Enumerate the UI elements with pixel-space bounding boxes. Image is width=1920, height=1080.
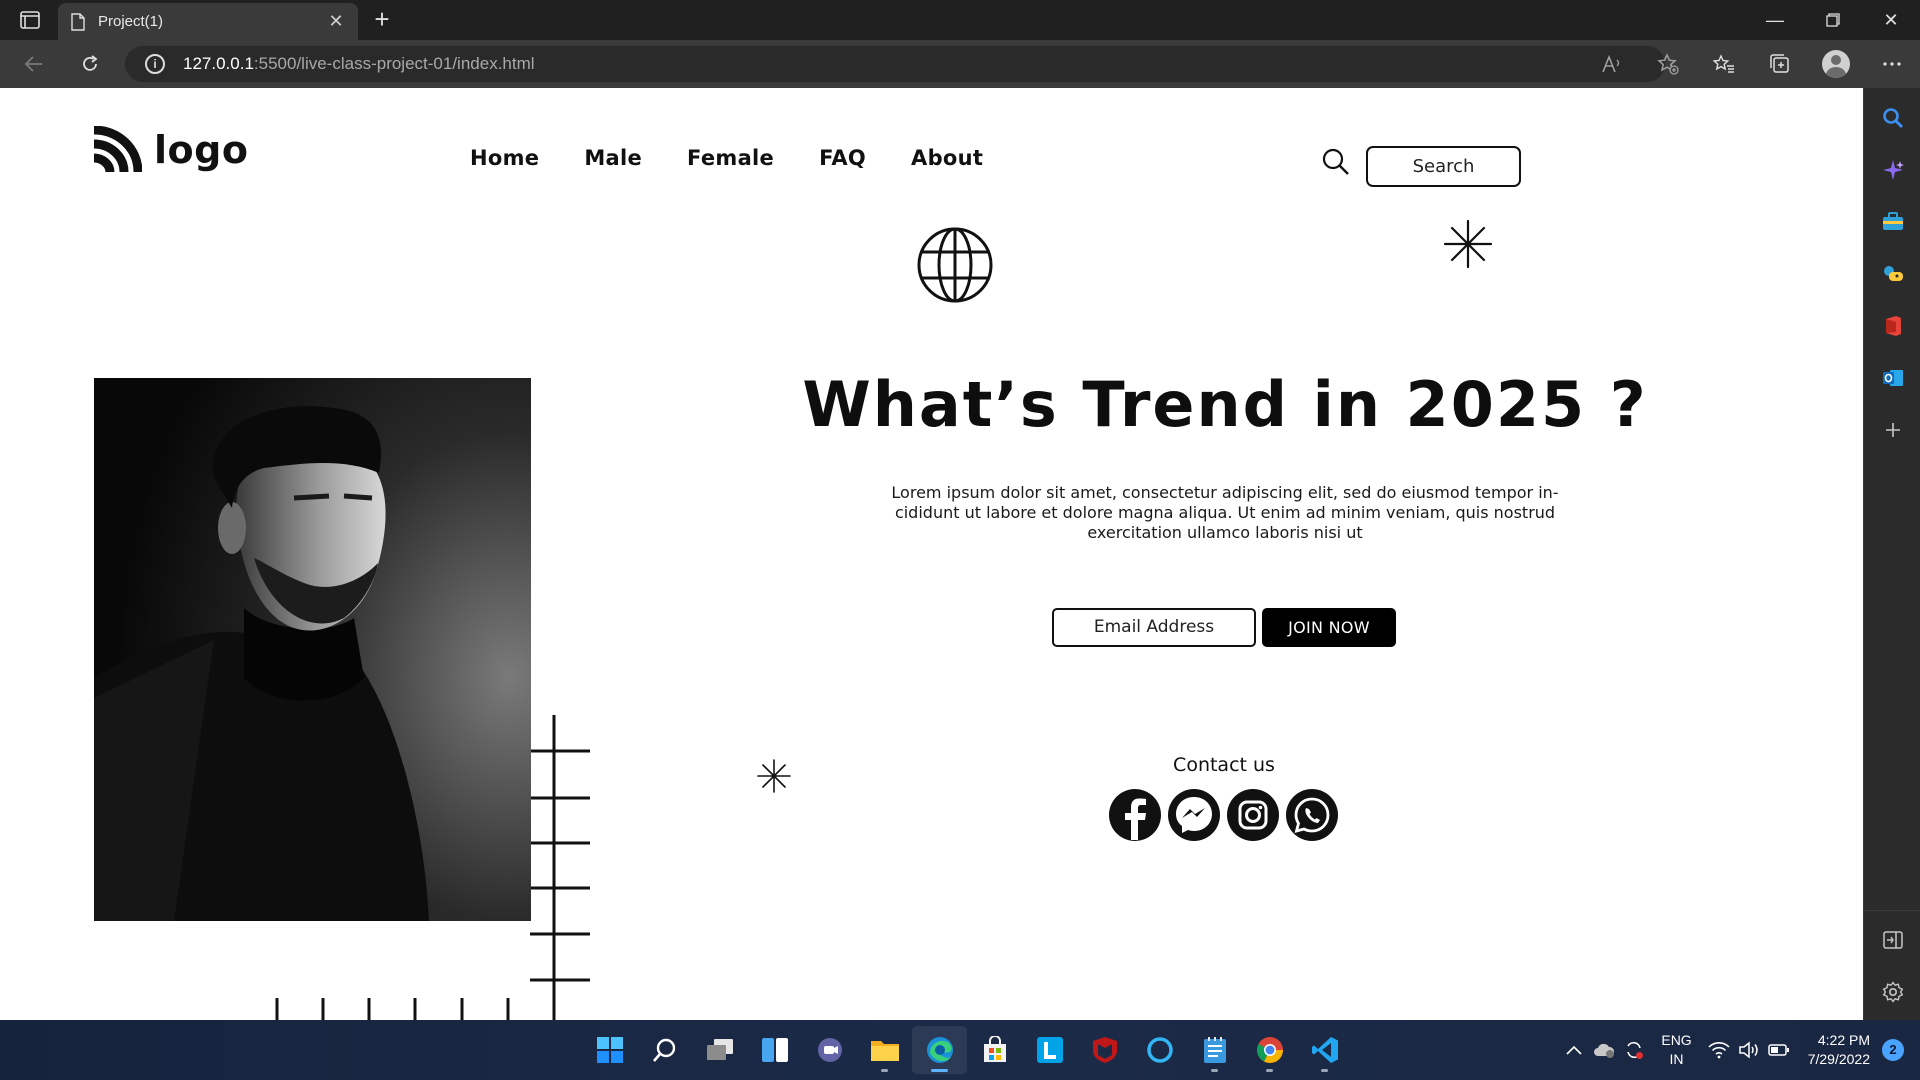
teams-chat-icon[interactable]	[802, 1026, 857, 1074]
window-controls: — ✕	[1746, 0, 1920, 40]
region-code: IN	[1669, 1051, 1684, 1067]
logo-text: logo	[154, 128, 249, 172]
tab-close-icon[interactable]: ✕	[326, 11, 346, 32]
restore-button[interactable]	[1804, 0, 1862, 40]
page-icon	[71, 12, 85, 31]
rss-logo-icon	[93, 126, 142, 173]
read-aloud-icon[interactable]	[1584, 40, 1640, 88]
messenger-icon[interactable]	[1167, 788, 1221, 842]
sidebar-discover-icon[interactable]	[1864, 150, 1920, 190]
search-icon[interactable]	[1322, 148, 1350, 176]
mcafee-icon[interactable]	[1077, 1026, 1132, 1074]
tab-title: Project(1)	[98, 13, 164, 30]
hero-headline: What’s Trend in 2025 ?	[802, 368, 1648, 441]
sparkle-icon	[1443, 219, 1493, 269]
address-bar[interactable]: i 127.0.0.1:5500/live-class-project-01/i…	[125, 46, 1665, 82]
url-path: :5500/live-class-project-01/index.html	[253, 54, 535, 73]
notification-badge[interactable]: 2	[1882, 1039, 1904, 1061]
running-indicator	[1211, 1069, 1218, 1072]
nav-faq[interactable]: FAQ	[819, 146, 866, 170]
whatsapp-icon[interactable]	[1285, 788, 1339, 842]
wifi-icon[interactable]	[1704, 1041, 1734, 1059]
widgets-icon[interactable]	[747, 1026, 802, 1074]
url-host: 127.0.0.1	[183, 54, 254, 73]
sidebar-add-icon[interactable]	[1864, 410, 1920, 450]
url-text: 127.0.0.1:5500/live-class-project-01/ind…	[183, 54, 535, 74]
sparkle-small-icon	[757, 759, 791, 793]
browser-titlebar: Project(1) ✕ + — ✕	[0, 0, 1920, 40]
facebook-icon[interactable]	[1108, 788, 1162, 842]
language-code: ENG	[1661, 1032, 1692, 1048]
hero-portrait-image	[94, 378, 531, 921]
clock-time: 4:22 PM	[1817, 1032, 1870, 1048]
system-tray: ENG IN 4:22 PM 7/29/2022 2	[1559, 1020, 1920, 1080]
new-tab-button[interactable]: +	[368, 6, 396, 34]
task-view-icon[interactable]	[692, 1026, 747, 1074]
onedrive-icon[interactable]	[1589, 1042, 1619, 1058]
chevron-up-icon[interactable]	[1559, 1045, 1589, 1055]
running-indicator	[1266, 1069, 1273, 1072]
join-now-button[interactable]: JOIN NOW	[1262, 608, 1396, 647]
edge-icon[interactable]	[912, 1026, 967, 1074]
battery-icon[interactable]	[1764, 1043, 1794, 1057]
clock[interactable]: 4:22 PM 7/29/2022	[1808, 1031, 1870, 1069]
browser-tab[interactable]: Project(1) ✕	[58, 3, 358, 40]
refresh-button[interactable]	[72, 48, 108, 80]
sidebar-games-icon[interactable]	[1864, 254, 1920, 294]
toolbar-actions	[1584, 40, 1920, 88]
email-field[interactable]: Email Address	[1052, 608, 1256, 647]
vscode-icon[interactable]	[1297, 1026, 1352, 1074]
search-icon[interactable]	[637, 1026, 692, 1074]
sidebar-divider	[1864, 910, 1920, 911]
store-icon[interactable]	[967, 1026, 1022, 1074]
globe-icon	[917, 227, 993, 303]
windows-taskbar: ENG IN 4:22 PM 7/29/2022 2	[0, 1020, 1920, 1080]
contact-heading: Contact us	[1173, 754, 1275, 776]
more-menu-icon[interactable]	[1864, 40, 1920, 88]
profile-button[interactable]	[1808, 40, 1864, 88]
running-indicator	[881, 1069, 888, 1072]
nav-female[interactable]: Female	[687, 146, 774, 170]
nav-home[interactable]: Home	[470, 146, 539, 170]
sidebar-settings-icon[interactable]	[1864, 972, 1920, 1012]
chrome-icon[interactable]	[1242, 1026, 1297, 1074]
sidebar-search-icon[interactable]	[1864, 98, 1920, 138]
sync-icon[interactable]	[1619, 1040, 1649, 1060]
nav-male[interactable]: Male	[584, 146, 642, 170]
edge-sidebar	[1863, 88, 1920, 1020]
running-indicator	[931, 1069, 948, 1072]
volume-icon[interactable]	[1734, 1041, 1764, 1059]
sidebar-tools-icon[interactable]	[1864, 202, 1920, 242]
taskbar-apps	[582, 1026, 1352, 1074]
file-explorer-icon[interactable]	[857, 1026, 912, 1074]
running-indicator	[1321, 1069, 1328, 1072]
start-icon[interactable]	[582, 1026, 637, 1074]
close-window-button[interactable]: ✕	[1862, 0, 1920, 40]
favorites-icon[interactable]	[1696, 40, 1752, 88]
hero-description: Lorem ipsum dolor sit amet, consectetur …	[891, 483, 1559, 542]
clock-date: 7/29/2022	[1807, 1051, 1870, 1067]
tab-actions-icon[interactable]	[10, 6, 50, 34]
sidebar-office-icon[interactable]	[1864, 306, 1920, 346]
cortana-icon[interactable]	[1132, 1026, 1187, 1074]
avatar	[1822, 50, 1850, 78]
browser-toolbar: i 127.0.0.1:5500/live-class-project-01/i…	[0, 40, 1920, 88]
social-links	[1108, 788, 1344, 842]
instagram-icon[interactable]	[1226, 788, 1280, 842]
site-info-icon[interactable]: i	[145, 54, 165, 74]
search-input[interactable]: Search	[1366, 146, 1521, 187]
l-app-icon[interactable]	[1022, 1026, 1077, 1074]
page-viewport: logo Home Male Female FAQ About Search W…	[0, 88, 1860, 1020]
site-logo[interactable]: logo	[92, 126, 248, 174]
minimize-button[interactable]: —	[1746, 0, 1804, 40]
main-nav: Home Male Female FAQ About	[470, 146, 1028, 170]
add-favorite-icon[interactable]	[1640, 40, 1696, 88]
nav-about[interactable]: About	[911, 146, 983, 170]
back-button[interactable]	[16, 48, 52, 80]
notepad-icon[interactable]	[1187, 1026, 1242, 1074]
sidebar-outlook-icon[interactable]	[1864, 358, 1920, 398]
collections-icon[interactable]	[1752, 40, 1808, 88]
language-indicator[interactable]: ENG IN	[1661, 1031, 1691, 1069]
sidebar-hide-icon[interactable]	[1864, 920, 1920, 960]
